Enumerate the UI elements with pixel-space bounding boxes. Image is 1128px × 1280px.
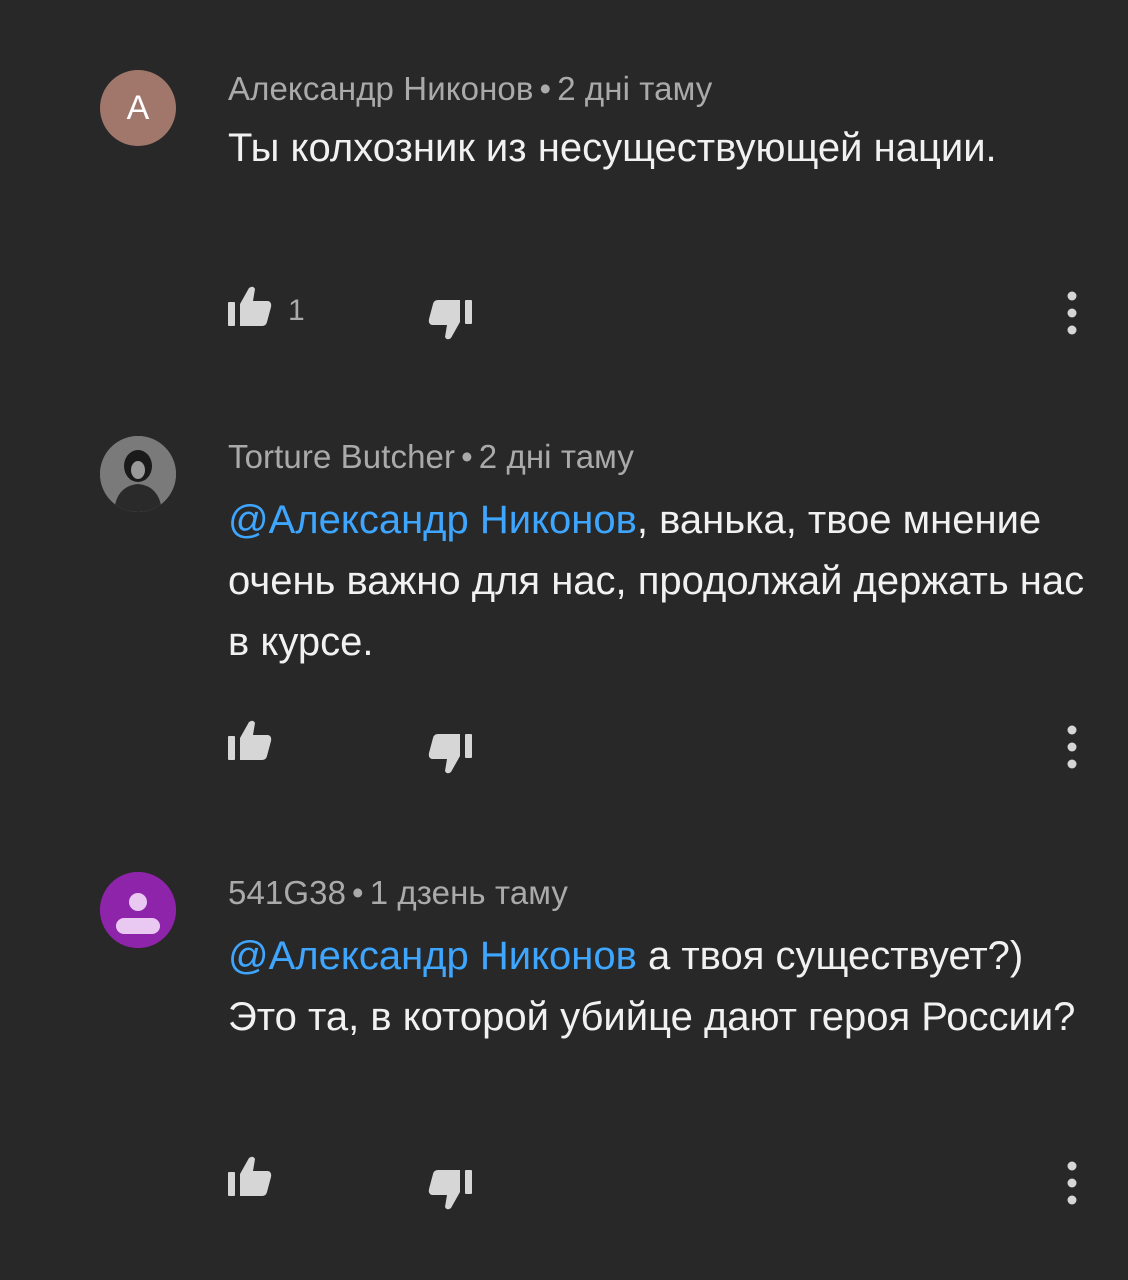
default-user-icon — [100, 872, 176, 948]
more-vertical-icon[interactable] — [1060, 1160, 1084, 1210]
comment-meta: 541G38 • 1 дзень таму — [228, 874, 568, 912]
comment-item: 541G38 • 1 дзень таму @Александр Никонов а… — [0, 0, 1128, 1280]
meta-separator: • — [352, 874, 364, 911]
comment-time[interactable]: 1 дзень таму — [370, 874, 568, 911]
avatar[interactable] — [100, 872, 176, 948]
like-button[interactable] — [226, 1154, 288, 1198]
thumbs-up-icon — [228, 1156, 272, 1196]
thumbs-down-icon — [428, 1170, 472, 1210]
mention-link[interactable]: @Александр Никонов — [228, 934, 637, 978]
comment-author[interactable]: 541G38 — [228, 874, 346, 911]
comment-text: @Александр Никонов а твоя существует?) Э… — [228, 926, 1088, 1048]
dislike-button[interactable] — [426, 1168, 474, 1212]
